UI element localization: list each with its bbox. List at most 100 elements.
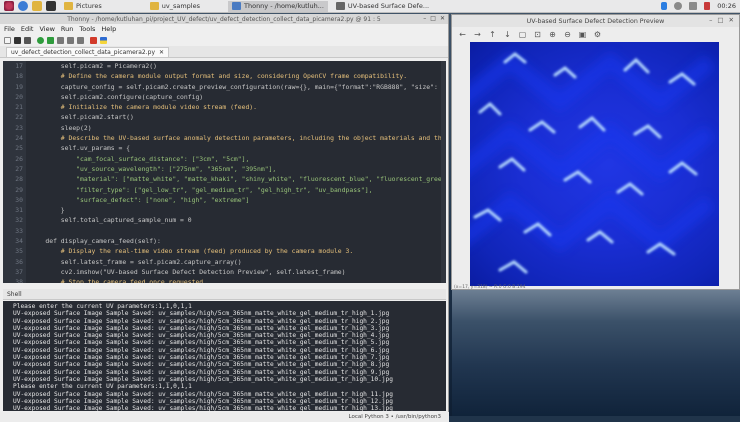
settings-icon[interactable]: ⚙	[593, 30, 602, 39]
taskbar-window-uv-samples[interactable]: uv_samples	[146, 1, 204, 12]
maximize-icon[interactable]: □	[430, 15, 436, 22]
clock[interactable]: 00:26	[717, 2, 736, 10]
browser-icon[interactable]	[18, 1, 28, 11]
line-number: 25	[15, 144, 23, 153]
line-number: 38	[15, 278, 23, 283]
save-file-icon[interactable]	[24, 36, 31, 44]
code-line[interactable]: "material": ["matte_white", "matte_khaki…	[30, 174, 446, 184]
run-icon[interactable]	[37, 36, 44, 44]
menu-run[interactable]: Run	[61, 25, 73, 33]
thonny-titlebar[interactable]: Thonny - /home/kutluhan_pi/project_UV_de…	[0, 14, 448, 24]
zoom-in-icon[interactable]: ⊕	[548, 30, 557, 39]
step-over-icon[interactable]	[57, 36, 64, 44]
minimize-icon[interactable]: –	[709, 16, 712, 24]
shell-output-line: UV-exposed Surface Image Sample Saved: u…	[13, 339, 390, 347]
menu-view[interactable]: View	[39, 25, 54, 33]
editor-tab[interactable]: uv_defect_detection_collect_data_picamer…	[6, 47, 170, 57]
maximize-icon[interactable]: □	[717, 16, 723, 24]
code-line[interactable]: "uv_source_wavelength": ["275nm", "365nm…	[30, 164, 446, 174]
shell-output-line: UV-exposed Surface Image Sample Saved: u…	[13, 324, 390, 332]
shell-output-line: UV-exposed Surface Image Sample Saved: u…	[13, 368, 390, 376]
menu-file[interactable]: File	[4, 25, 15, 33]
taskbar-window-preview[interactable]: UV-based Surface Defe...	[332, 1, 433, 12]
support-ukraine-icon[interactable]	[100, 36, 107, 44]
shell-output-line: UV-exposed Surface Image Sample Saved: u…	[13, 354, 390, 362]
volume-icon[interactable]	[689, 2, 698, 10]
bluetooth-icon[interactable]	[661, 2, 668, 10]
code-line[interactable]: "surface_defect": ["none", "high", "extr…	[30, 195, 446, 205]
step-into-icon[interactable]	[67, 36, 74, 44]
shell-output-line: UV-exposed Surface Image Sample Saved: u…	[13, 405, 393, 411]
menu-edit[interactable]: Edit	[21, 25, 34, 33]
code-line[interactable]: self.uv_params = {	[30, 143, 446, 153]
preview-toolbar: ← → ↑ ↓ ▢ ⊡ ⊕ ⊖ ▣ ⚙	[452, 27, 739, 41]
raspberry-menu-icon[interactable]	[4, 1, 14, 11]
code-line[interactable]: cv2.imshow("UV-based Surface Defect Dete…	[30, 267, 446, 277]
code-line[interactable]: self.latest_frame = self.picam2.capture_…	[30, 257, 446, 267]
code-line[interactable]: sleep(2)	[30, 123, 446, 133]
code-editor[interactable]: 17 18 19 20 21 22 23 24 25 26 27 28 29 30 31 32 33 34 35 36…	[3, 61, 446, 283]
code-area[interactable]: self.picam2 = Picamera2() # Define the c…	[30, 61, 446, 283]
wifi-icon[interactable]	[674, 2, 683, 10]
arrow-up-icon[interactable]: ↑	[488, 30, 497, 39]
save-icon[interactable]: ▣	[578, 30, 587, 39]
code-line[interactable]: def display_camera_feed(self):	[30, 236, 446, 246]
taskbar-window-pictures[interactable]: Pictures	[60, 1, 106, 12]
shell-console[interactable]: Please enter the current UV parameters:1…	[3, 301, 446, 411]
arrow-right-icon[interactable]: →	[473, 30, 482, 39]
taskbar: Pictures uv_samples Thonny - /home/kutlu…	[0, 0, 740, 13]
code-line[interactable]: # Display the real-time video stream (fe…	[30, 246, 446, 256]
close-icon[interactable]: ✕	[729, 16, 734, 24]
close-icon[interactable]: ✕	[440, 15, 445, 22]
updates-icon[interactable]	[704, 2, 711, 10]
new-file-icon[interactable]	[4, 36, 11, 44]
code-line[interactable]: # Define the camera module output format…	[30, 71, 446, 81]
menu-tools[interactable]: Tools	[79, 25, 95, 33]
line-number: 37	[15, 267, 23, 276]
code-line[interactable]: }	[30, 205, 446, 215]
shell-output-line: UV-exposed Surface Image Sample Saved: u…	[13, 310, 390, 318]
preview-title: UV-based Surface Defect Detection Previe…	[526, 17, 665, 25]
line-number: 35	[15, 247, 23, 256]
arrow-down-icon[interactable]: ↓	[503, 30, 512, 39]
code-line[interactable]: "filter_type": ["gel_low_tr", "gel_mediu…	[30, 185, 446, 195]
wallpaper-sea	[452, 290, 740, 416]
tab-label: uv_defect_detection_collect_data_picamer…	[11, 49, 156, 56]
preview-titlebar[interactable]: UV-based Surface Defect Detection Previe…	[452, 15, 739, 27]
line-number: 23	[15, 123, 23, 132]
editor-scrollbar[interactable]	[441, 61, 446, 283]
code-line[interactable]: self.picam2.start()	[30, 112, 446, 122]
terminal-icon[interactable]	[46, 1, 56, 11]
code-line[interactable]: self.picam2 = Picamera2()	[30, 61, 446, 71]
menu-help[interactable]: Help	[101, 25, 116, 33]
tab-close-icon[interactable]: ✕	[159, 49, 164, 56]
zoom-fit-icon[interactable]: ▢	[518, 30, 527, 39]
taskbar-window-thonny[interactable]: Thonny - /home/kutluh...	[228, 0, 328, 12]
code-line[interactable]: "cam_focal_surface_distance": ["3cm", "5…	[30, 154, 446, 164]
arrow-left-icon[interactable]: ←	[458, 30, 467, 39]
code-line[interactable]: self.total_captured_sample_num = 0	[30, 215, 446, 225]
code-line[interactable]: # Stop the camera feed once requested.	[30, 277, 446, 283]
code-line[interactable]: # Initialize the camera module video str…	[30, 102, 446, 112]
menubar: File Edit View Run Tools Help	[0, 24, 448, 34]
thonny-icon	[232, 2, 241, 10]
interpreter-status[interactable]: Local Python 3 • /usr/bin/python3	[349, 414, 441, 420]
uv-camera-frame[interactable]	[470, 42, 719, 286]
open-file-icon[interactable]	[14, 36, 21, 44]
zoom-out-icon[interactable]: ⊖	[563, 30, 572, 39]
code-line[interactable]	[30, 226, 446, 236]
shell-output-line: UV-exposed Surface Image Sample Saved: u…	[13, 397, 393, 405]
zoom-region-icon[interactable]: ⊡	[533, 30, 542, 39]
code-line[interactable]: self.picam2.configure(capture_config)	[30, 92, 446, 102]
code-line[interactable]: capture_config = self.picam2.create_prev…	[30, 82, 446, 92]
code-line[interactable]: # Describe the UV-based surface anomaly …	[30, 133, 446, 143]
debug-icon[interactable]	[47, 36, 54, 44]
shell-tab[interactable]: Shell	[3, 289, 446, 300]
stop-icon[interactable]	[90, 36, 97, 44]
system-tray: 00:26	[661, 2, 740, 10]
minimize-icon[interactable]: –	[423, 15, 426, 22]
step-out-icon[interactable]	[77, 36, 84, 44]
file-manager-icon[interactable]	[32, 1, 42, 11]
line-number: 31	[15, 206, 23, 215]
line-number: 18	[15, 72, 23, 81]
